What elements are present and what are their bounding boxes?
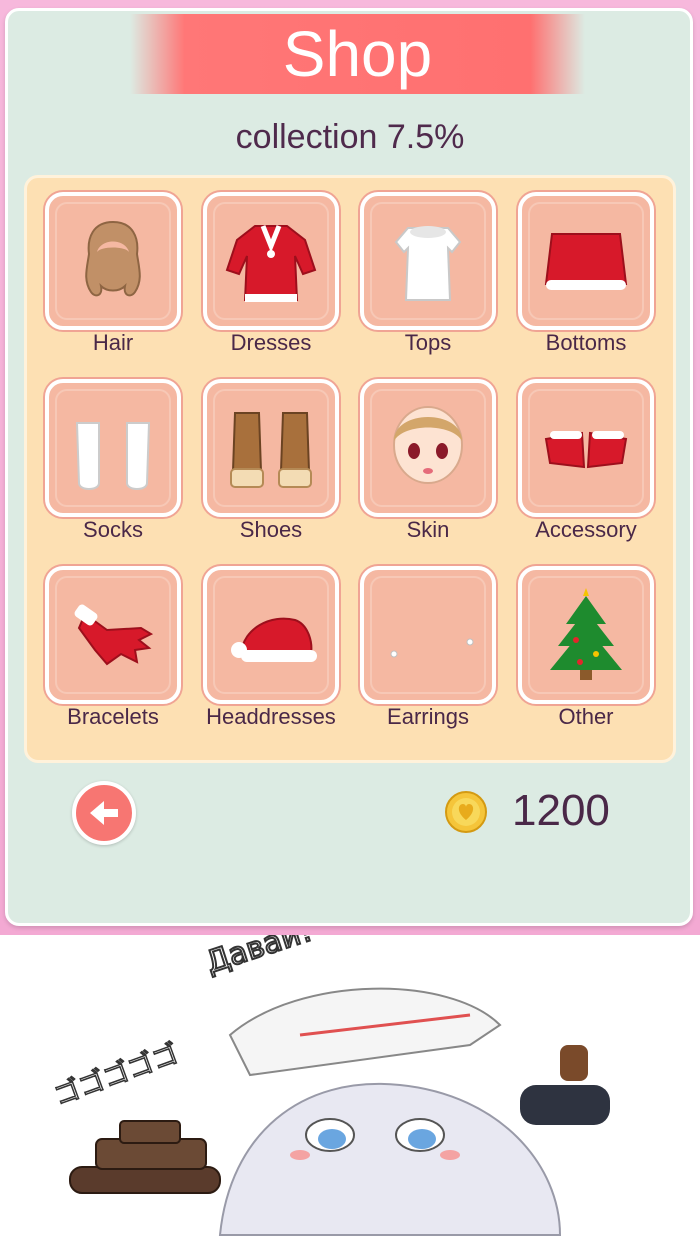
category-label: Other bbox=[558, 704, 614, 729]
category-label: Bracelets bbox=[67, 704, 159, 729]
category-label: Bottoms bbox=[545, 330, 627, 355]
arrow-left-icon bbox=[90, 801, 118, 825]
category-bracelets[interactable]: Bracelets bbox=[45, 566, 181, 752]
face-icon bbox=[393, 406, 463, 484]
socks-icon bbox=[75, 422, 151, 490]
category-dresses[interactable]: Dresses bbox=[203, 192, 339, 378]
cuffs-icon bbox=[544, 431, 628, 469]
glove-icon bbox=[74, 604, 154, 666]
category-label: Headdresses bbox=[206, 704, 336, 729]
category-bottoms[interactable]: Bottoms bbox=[518, 192, 654, 378]
skirt-icon bbox=[544, 233, 628, 290]
category-socks[interactable]: Socks bbox=[45, 379, 181, 565]
category-hair[interactable]: Hair bbox=[45, 192, 181, 378]
category-label: Shoes bbox=[239, 517, 303, 542]
coin-icon bbox=[445, 791, 487, 833]
category-skin[interactable]: Skin bbox=[360, 379, 496, 565]
chibi-girl bbox=[218, 987, 610, 1236]
santa-hat-icon bbox=[231, 617, 317, 662]
earring-icon bbox=[390, 638, 474, 658]
hair-icon bbox=[85, 220, 141, 297]
category-label: Earrings bbox=[387, 704, 469, 729]
category-label: Hair bbox=[92, 330, 134, 355]
page-title: Shop bbox=[282, 18, 433, 90]
sfx-text: ゴゴゴゴゴ bbox=[50, 1039, 182, 1112]
category-label: Skin bbox=[406, 517, 450, 542]
top-icon bbox=[394, 226, 462, 301]
category-label: Socks bbox=[83, 517, 143, 542]
category-label: Dresses bbox=[230, 330, 312, 355]
christmas-tree-icon bbox=[550, 588, 622, 680]
chibi-illustration: Давай! ゴゴゴゴゴ bbox=[49, 913, 610, 1236]
coin-balance: 1200 bbox=[512, 786, 610, 835]
shout-text: Давай! bbox=[202, 935, 317, 981]
category-other[interactable]: Other bbox=[518, 566, 654, 752]
boots-icon bbox=[230, 412, 312, 488]
category-tops[interactable]: Tops bbox=[360, 192, 496, 378]
back-button[interactable] bbox=[72, 781, 136, 845]
ad-banner[interactable]: Давай! ゴゴゴゴゴ bbox=[0, 913, 700, 1244]
dress-icon bbox=[225, 225, 317, 302]
category-accessory[interactable]: Accessory bbox=[518, 379, 654, 565]
category-shoes[interactable]: Shoes bbox=[203, 379, 339, 565]
collection-progress: collection 7.5% bbox=[235, 118, 465, 156]
category-label: Tops bbox=[404, 330, 452, 355]
category-earrings[interactable]: Earrings bbox=[360, 566, 496, 752]
tank-icon bbox=[69, 1120, 221, 1194]
category-label: Accessory bbox=[535, 517, 637, 542]
category-headdresses[interactable]: Headdresses bbox=[203, 566, 339, 752]
